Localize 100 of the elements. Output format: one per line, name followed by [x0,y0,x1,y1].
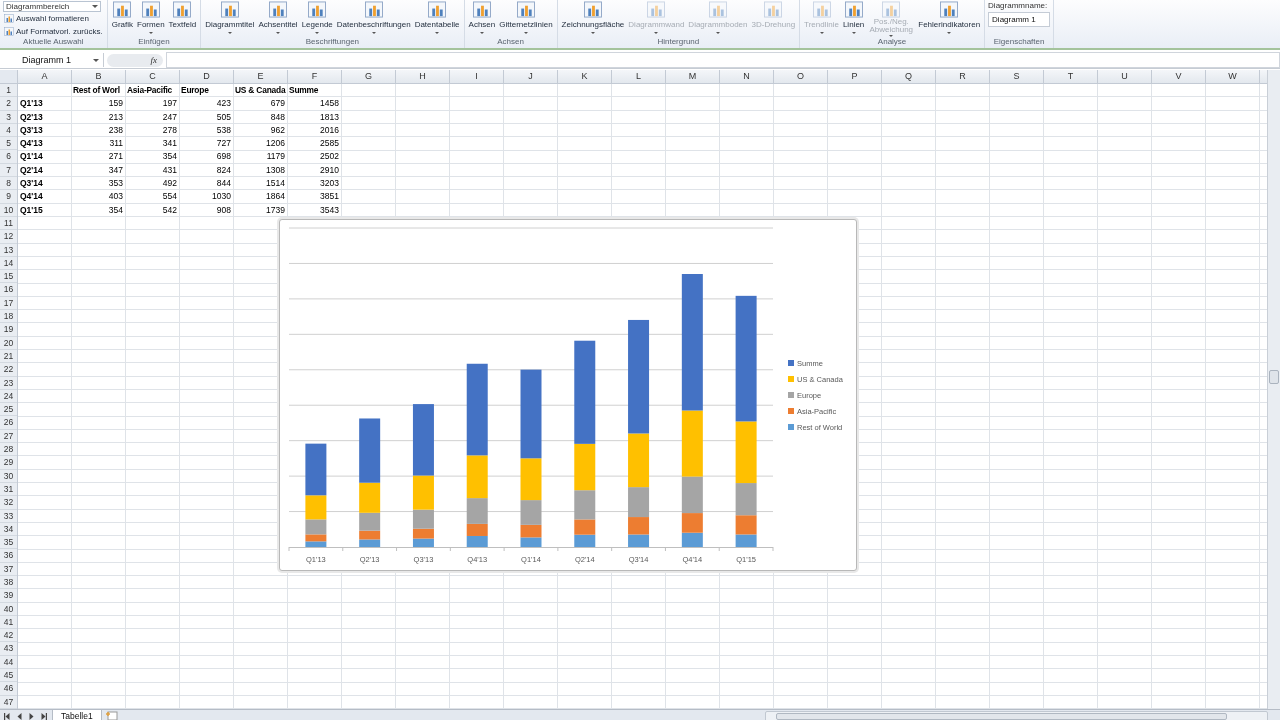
row-header[interactable]: 7 [0,163,17,178]
column-header[interactable]: R [936,70,990,83]
row-header[interactable]: 12 [0,230,17,244]
table-cell-text: 679 [269,97,286,111]
row-header[interactable]: 40 [0,602,17,616]
ribbon-button[interactable]: Datenbeschriftungen [335,1,412,34]
row-header[interactable]: 45 [0,669,17,683]
table-cell-text: Summe [288,84,320,97]
row-header[interactable]: 2 [0,97,17,111]
column-header[interactable]: B [72,70,126,83]
column-header[interactable]: P [828,70,882,83]
row-header[interactable]: 17 [0,296,17,311]
column-header[interactable]: J [504,70,558,83]
column-header[interactable]: V [1152,70,1206,83]
row-header[interactable]: 19 [0,323,17,337]
row-header[interactable]: 8 [0,177,17,191]
row-header[interactable]: 6 [0,150,17,164]
row-header[interactable]: 43 [0,642,17,656]
row-header[interactable]: 41 [0,615,17,630]
row-header[interactable]: 11 [0,216,17,231]
ribbon-button[interactable]: Diagrammtitel [204,1,256,34]
column-header[interactable]: W [1206,70,1260,83]
table-cell-text: US & Canada [234,84,287,97]
ribbon-button[interactable]: Formen [136,1,166,34]
row-header[interactable]: 3 [0,110,17,124]
row-header[interactable]: 18 [0,310,17,324]
column-header[interactable]: S [990,70,1044,83]
row-header[interactable]: 27 [0,429,17,443]
ribbon-button[interactable]: Zeichnungsfläche [560,1,626,34]
column-header[interactable]: G [342,70,396,83]
row-header[interactable]: 37 [0,562,17,576]
ribbon-button[interactable]: Legende [300,1,334,34]
ribbon-button[interactable]: Linien [841,1,866,34]
row-header[interactable]: 16 [0,283,17,297]
column-header[interactable]: Q [882,70,936,83]
row-header[interactable]: 22 [0,363,17,377]
ribbon-button[interactable]: Textfeld [167,1,198,29]
row-header[interactable]: 26 [0,416,17,430]
ribbon-button[interactable]: Achsentitel [257,1,299,34]
row-header[interactable]: 9 [0,190,17,204]
row-header[interactable]: 32 [0,496,17,510]
row-header[interactable]: 21 [0,349,17,364]
column-header[interactable]: C [126,70,180,83]
group-label: Beschriftungen [304,37,361,48]
column-header[interactable]: E [234,70,288,83]
table-cell-text: Q1'13 [19,97,44,111]
insert-function-button[interactable]: fx [150,55,157,65]
column-header[interactable]: U [1098,70,1152,83]
row-header[interactable]: 46 [0,682,17,696]
chart-name-field[interactable]: Diagramm 1 [988,12,1051,27]
row-header[interactable]: 4 [0,123,17,138]
row-header[interactable]: 47 [0,695,17,709]
column-header[interactable]: K [558,70,612,83]
row-header[interactable]: 34 [0,522,17,537]
ribbon-button[interactable]: Auf Formatvorl. zurücks. [3,25,104,37]
ribbon-button[interactable]: Grafik [110,1,135,29]
ribbon-button[interactable]: Auswahl formatieren [3,13,104,25]
table-cell-text: 962 [269,123,286,137]
table-cell-text: 1179 [265,150,286,164]
row-header[interactable]: 29 [0,456,17,470]
column-header[interactable]: T [1044,70,1098,83]
row-header[interactable]: 35 [0,536,17,550]
sheet-tab[interactable]: Tabelle1 [52,709,102,720]
ribbon-button[interactable]: Fehlerindikatoren [917,1,982,34]
row-header[interactable]: 39 [0,589,17,603]
row-header[interactable]: 30 [0,469,17,483]
row-header[interactable]: 31 [0,482,17,497]
column-header[interactable]: A [18,70,72,83]
table-cell-text: 2016 [319,123,340,137]
row-header[interactable]: 23 [0,376,17,390]
row-header[interactable]: 42 [0,629,17,643]
name-box[interactable]: Diagramm 1 [0,53,104,67]
row-header[interactable]: 15 [0,270,17,284]
column-header[interactable]: H [396,70,450,83]
column-header[interactable]: D [180,70,234,83]
column-header[interactable]: F [288,70,342,83]
table-cell-text: 213 [107,110,124,124]
row-header[interactable]: 5 [0,137,17,151]
row-header[interactable]: 14 [0,256,17,271]
column-header[interactable]: I [450,70,504,83]
row-header[interactable]: 38 [0,576,17,590]
row-header[interactable]: 20 [0,336,17,350]
column-header[interactable]: M [666,70,720,83]
row-header[interactable]: 24 [0,389,17,404]
ribbon-button[interactable]: Achsen [467,1,497,34]
ribbon-button[interactable]: Gitternetzlinien [498,1,554,34]
ribbon-button[interactable]: Datentabelle [413,1,461,34]
row-header[interactable]: 44 [0,655,17,670]
row-header[interactable]: 1 [0,84,17,98]
selection-dropdown[interactable]: Diagrammbereich [3,1,101,12]
table-cell-text: Q4'14 [19,190,44,204]
row-header[interactable]: 10 [0,203,17,217]
row-header[interactable]: 13 [0,243,17,257]
row-header[interactable]: 36 [0,549,17,563]
row-header[interactable]: 33 [0,509,17,523]
row-header[interactable]: 28 [0,443,17,457]
column-header[interactable]: N [720,70,774,83]
column-header[interactable]: O [774,70,828,83]
column-header[interactable]: L [612,70,666,83]
row-header[interactable]: 25 [0,403,17,417]
